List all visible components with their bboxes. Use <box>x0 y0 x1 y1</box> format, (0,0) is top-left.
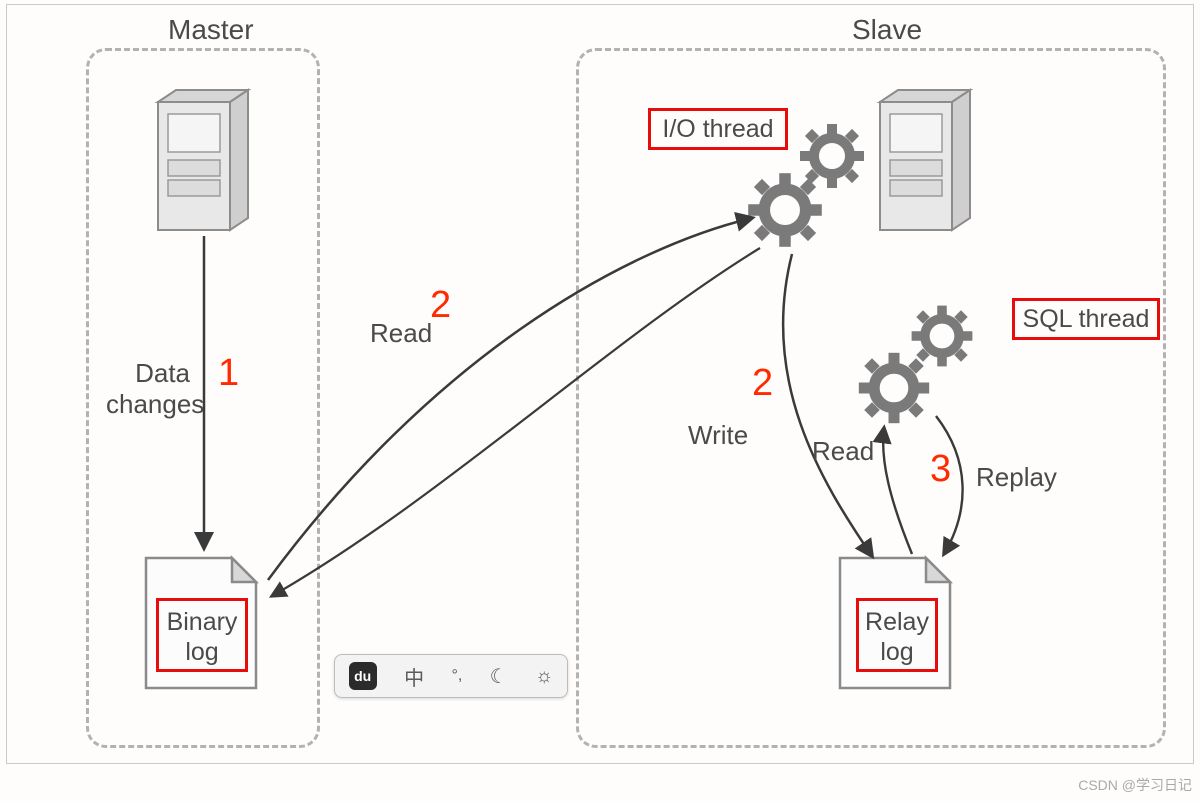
data-changes-label: Data changes <box>106 358 190 420</box>
step-1: 1 <box>218 352 239 395</box>
binary-log-box: Binary log <box>156 598 248 672</box>
ime-punct[interactable]: °, <box>451 667 462 685</box>
step-2b: 2 <box>752 362 773 405</box>
step-2a: 2 <box>430 284 451 327</box>
sql-thread-box: SQL thread <box>1012 298 1160 340</box>
write-label: Write <box>688 420 748 451</box>
ime-toolbar[interactable]: du 中 °, ☾ ☼ <box>334 654 568 698</box>
read2-label: Read <box>812 436 874 467</box>
master-title: Master <box>162 14 260 46</box>
step-3: 3 <box>930 448 951 491</box>
moon-icon[interactable]: ☾ <box>490 664 508 689</box>
ime-lang[interactable]: 中 <box>404 662 424 691</box>
ime-du-icon[interactable]: du <box>349 662 377 690</box>
sun-icon[interactable]: ☼ <box>535 665 553 688</box>
relay-log-box: Relay log <box>856 598 938 672</box>
slave-title: Slave <box>846 14 928 46</box>
replay-label: Replay <box>976 462 1057 493</box>
io-thread-box: I/O thread <box>648 108 788 150</box>
watermark: CSDN @学习日记 <box>1078 775 1192 795</box>
read-label: Read <box>370 318 432 349</box>
